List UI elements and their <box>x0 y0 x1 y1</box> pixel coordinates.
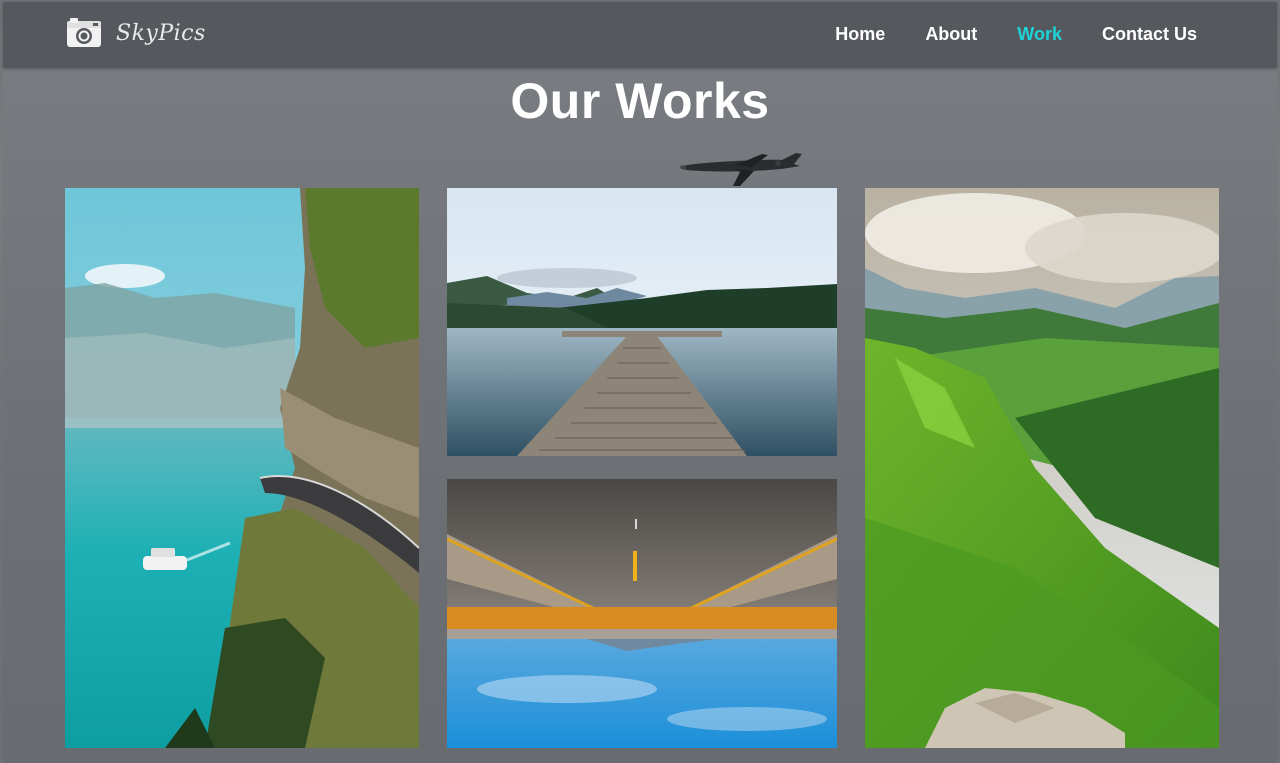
nav-home[interactable]: Home <box>835 24 885 45</box>
gallery-photo-alpine-valley[interactable] <box>865 188 1219 748</box>
nav-work[interactable]: Work <box>1017 24 1062 45</box>
gallery-photo-coastal-cliff[interactable] <box>65 188 419 748</box>
brand-name: SkyPics <box>116 20 206 46</box>
gallery-photo-road-reflection[interactable] <box>447 479 837 748</box>
page-title: Our Works <box>510 73 770 129</box>
navbar: SkyPics Home About Work Contact Us <box>3 2 1277 68</box>
airplane-icon <box>680 153 802 186</box>
gallery-photo-lake-pier[interactable] <box>447 188 837 456</box>
main-nav: Home About Work Contact Us <box>835 24 1197 45</box>
nav-contact-us[interactable]: Contact Us <box>1102 24 1197 45</box>
camera-icon <box>67 18 101 47</box>
nav-about[interactable]: About <box>925 24 977 45</box>
brand-logo[interactable]: SkyPics <box>66 18 206 48</box>
